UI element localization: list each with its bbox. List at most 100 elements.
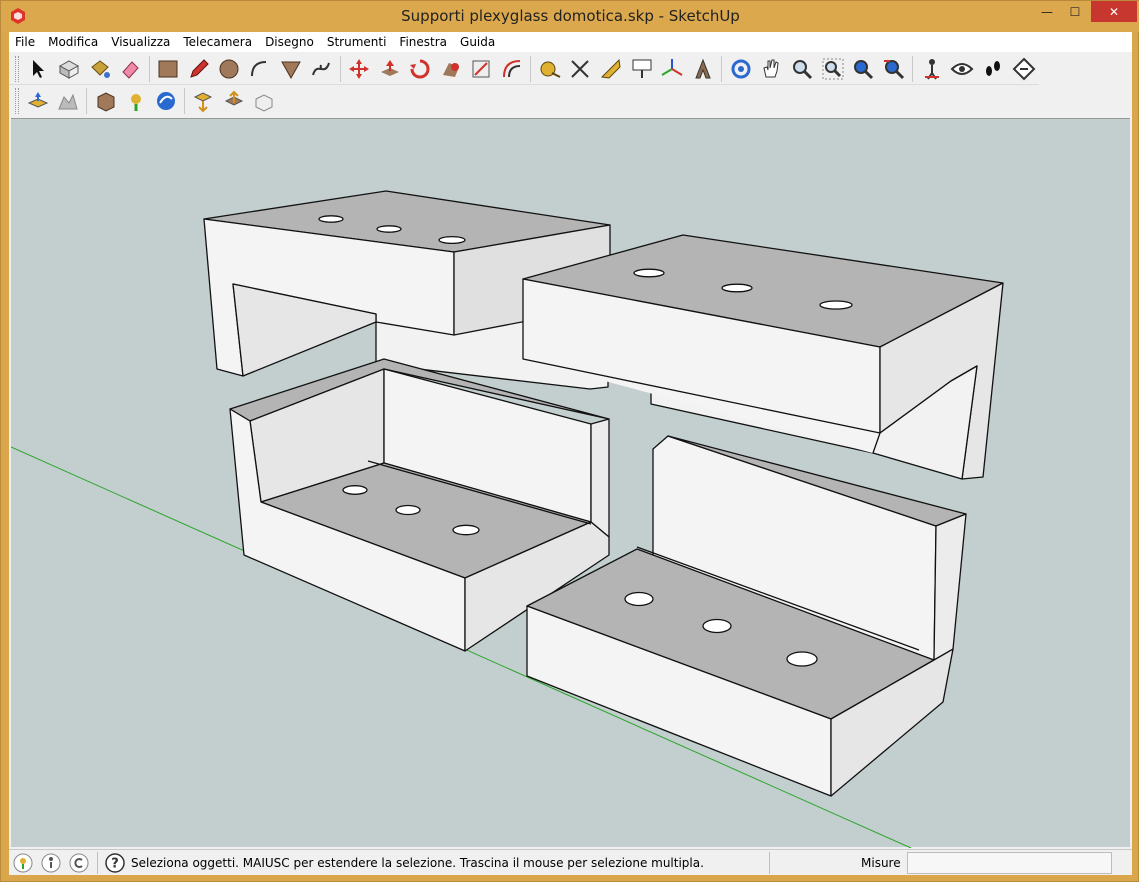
menu-finestra[interactable]: Finestra [399, 35, 447, 49]
get-models-button[interactable] [188, 87, 218, 115]
protractor-button[interactable] [596, 55, 627, 83]
make-component-icon [58, 59, 79, 79]
section-plane-button[interactable] [1008, 55, 1039, 83]
google-earth-icon [157, 92, 176, 110]
axes-button[interactable] [657, 55, 688, 83]
title-bar[interactable]: Supporti plexyglass domotica.skp - Sketc… [1, 1, 1139, 32]
model-canvas[interactable] [11, 119, 1130, 848]
close-button[interactable]: ✕ [1091, 1, 1137, 22]
zoom-window-button[interactable] [817, 55, 848, 83]
measurements-input[interactable] [907, 852, 1112, 874]
polygon-button[interactable] [275, 55, 306, 83]
paint-bucket-button[interactable] [84, 55, 115, 83]
pan-button[interactable] [756, 55, 787, 83]
follow-me-icon [442, 62, 459, 77]
polygon-icon [280, 61, 301, 79]
scale-button[interactable] [466, 55, 497, 83]
menu-telecamera[interactable]: Telecamera [183, 35, 252, 49]
arc-icon [250, 60, 266, 76]
zoom-extents-icon [854, 59, 874, 79]
tape-measure-icon [540, 61, 561, 78]
make-component-button[interactable] [54, 55, 85, 83]
3d-text-icon [695, 58, 711, 78]
previous-view-button[interactable] [879, 55, 910, 83]
orbit-button[interactable] [725, 55, 756, 83]
photo-textures-icon [97, 92, 115, 112]
pencil-button[interactable] [183, 55, 214, 83]
preview-in-google-earth-icon [130, 94, 141, 111]
photo-textures-button[interactable] [90, 87, 120, 115]
geo-location-icon[interactable] [13, 853, 33, 873]
svg-text:?: ? [111, 857, 119, 872]
status-message: Seleziona oggetti. MAIUSC per estendere … [131, 856, 704, 870]
paint-bucket-icon [90, 59, 110, 78]
minimize-button[interactable]: — [1033, 1, 1061, 22]
look-around-button[interactable] [947, 55, 978, 83]
credits-icon[interactable] [41, 853, 61, 873]
rotate-button[interactable] [405, 55, 436, 83]
menu-visualizza[interactable]: Visualizza [111, 35, 170, 49]
follow-me-button[interactable] [435, 55, 466, 83]
menu-disegno[interactable]: Disegno [265, 35, 314, 49]
share-component-button[interactable] [249, 87, 279, 115]
toolbar-separator [530, 55, 532, 82]
menu-guida[interactable]: Guida [460, 35, 495, 49]
toggle-terrain-icon [58, 93, 79, 110]
freehand-button[interactable] [306, 55, 337, 83]
toolbar-separator [721, 55, 723, 82]
share-component-icon [255, 94, 273, 112]
toolbar-grip[interactable] [15, 88, 19, 114]
help-icon[interactable]: ? [105, 853, 125, 873]
scale-icon [472, 60, 490, 77]
sketchup-window: Supporti plexyglass domotica.skp - Sketc… [0, 0, 1139, 882]
select-icon [33, 59, 45, 78]
google-earth-button[interactable] [151, 87, 181, 115]
menu-file[interactable]: File [15, 35, 35, 49]
add-location-button[interactable] [23, 87, 53, 115]
status-divider [769, 852, 770, 874]
toolbar-separator [184, 88, 186, 114]
copyright-icon[interactable] [69, 853, 89, 873]
look-around-icon [950, 62, 974, 75]
toolbar-grip[interactable] [15, 55, 19, 82]
arc-button[interactable] [245, 55, 276, 83]
3d-text-button[interactable] [688, 55, 719, 83]
dimension-icon [571, 59, 590, 78]
status-divider [97, 852, 98, 874]
rectangle-button[interactable] [153, 55, 184, 83]
eraser-icon [122, 60, 139, 79]
orbit-icon [731, 59, 751, 78]
zoom-window-icon [822, 58, 844, 79]
offset-button[interactable] [497, 55, 528, 83]
main-toolbar [9, 53, 1039, 85]
zoom-extents-button[interactable] [848, 55, 879, 83]
walk-button[interactable] [978, 55, 1009, 83]
circle-button[interactable] [214, 55, 245, 83]
maximize-button[interactable]: ☐ [1061, 1, 1089, 22]
toggle-terrain-button[interactable] [53, 87, 83, 115]
push-pull-button[interactable] [374, 55, 405, 83]
share-model-button[interactable] [218, 87, 248, 115]
circle-icon [219, 59, 239, 78]
offset-icon [503, 59, 521, 77]
position-camera-button[interactable] [916, 55, 947, 83]
preview-in-google-earth-button[interactable] [121, 87, 151, 115]
push-pull-icon [380, 59, 399, 76]
client-area: File Modifica Visualizza Telecamera Dise… [9, 32, 1132, 875]
drawing-area[interactable] [11, 118, 1130, 848]
zoom-button[interactable] [787, 55, 818, 83]
text-button[interactable] [626, 55, 657, 83]
menu-strumenti[interactable]: Strumenti [327, 35, 387, 49]
get-models-icon [194, 92, 213, 113]
tape-measure-button[interactable] [534, 55, 565, 83]
eraser-button[interactable] [115, 55, 146, 83]
rotate-icon [410, 59, 430, 78]
window-title: Supporti plexyglass domotica.skp - Sketc… [401, 7, 740, 25]
rectangle-icon [158, 60, 178, 77]
move-icon [348, 58, 369, 79]
move-button[interactable] [344, 55, 375, 83]
status-bar: ? Seleziona oggetti. MAIUSC per estender… [9, 849, 1132, 875]
dimension-button[interactable] [565, 55, 596, 83]
menu-modifica[interactable]: Modifica [48, 35, 98, 49]
select-tool-button[interactable] [23, 55, 54, 83]
